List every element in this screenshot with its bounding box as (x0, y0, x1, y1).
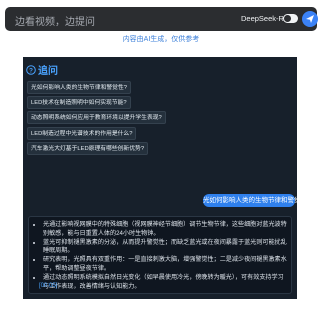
model-label: DeepSeek-R1 (241, 14, 289, 23)
answer-card: 光通过影响视网膜中的特殊细胞（视网膜神经节细胞）调节生物节律，这些细胞对蓝光波特… (28, 216, 292, 294)
question-icon: ? (26, 64, 36, 75)
top-search-bar: 边看视频，边提问 DeepSeek-R1 (5, 7, 318, 31)
question-item[interactable]: LED制造过程中光谱技术的作用是什么? (27, 127, 137, 140)
answer-item: 光通过影响视网膜中的特殊细胞（视网膜神经节细胞）调节生物节律，这些细胞对蓝光波特… (43, 221, 287, 239)
deepseek-toggle[interactable] (283, 14, 298, 23)
timestamp-link[interactable]: [00:05] (39, 283, 57, 289)
svg-text:?: ? (29, 67, 33, 74)
followup-panel: ? 追问 光如何影响人类的生物节律和警觉性? LED技术在制造照明中如何实现节能… (23, 57, 297, 299)
question-item[interactable]: LED技术在制造照明中如何实现节能? (27, 96, 131, 109)
send-icon (306, 15, 314, 23)
answer-item: 通过动态照明系统模拟自然日光变化（如早晨使用冷光，傍晚转为暖光），可有效支持学习… (43, 274, 287, 292)
question-item[interactable]: 光如何影响人类的生物节律和警觉性? (27, 81, 131, 94)
panel-title: ? 追问 (26, 62, 58, 77)
panel-title-text: 追问 (38, 66, 58, 77)
answer-item: 研究表明，光照具有双重作用：一是直接刺激大脑，增强警觉性；二是减少夜间褪黑激素水… (43, 256, 287, 274)
user-question-bubble: 光如何影响人类的生物节律和警觉性? (203, 194, 297, 207)
ai-disclaimer: 内容由AI生成，仅供参考 (122, 36, 200, 43)
send-button[interactable] (302, 11, 318, 27)
toggle-knob (284, 15, 291, 22)
answer-item: 蓝光可抑制褪黑激素的分泌，从而提升警觉性；而缺乏蓝光或在夜间暴露于蓝光则可能扰乱… (43, 239, 287, 257)
question-item[interactable]: 动态照明系统如何应用于教育环境以提升学生表现? (27, 111, 166, 124)
answer-list: 光通过影响视网膜中的特殊细胞（视网膜神经节细胞）调节生物节律，这些细胞对蓝光波特… (29, 217, 291, 291)
search-input[interactable]: 边看视频，边提问 (15, 13, 95, 28)
question-item[interactable]: 汽车激光大灯基于LED原理有哪些创新优势? (27, 142, 149, 155)
